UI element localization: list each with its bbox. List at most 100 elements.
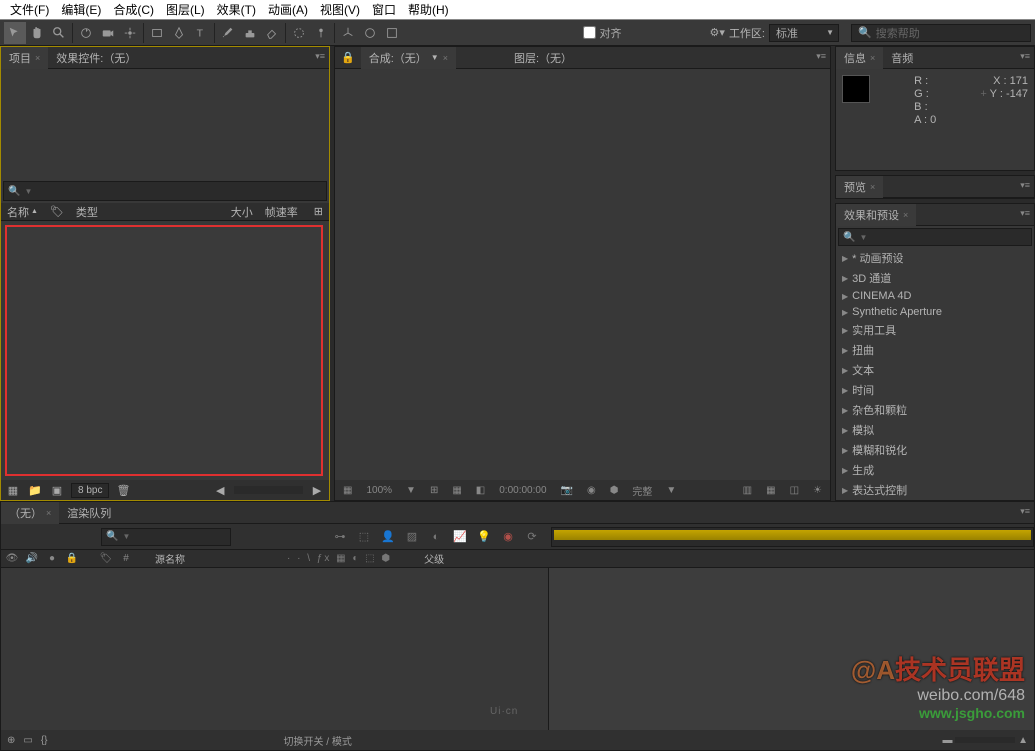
resolution-icon[interactable]: ⊞ [426, 484, 442, 497]
close-icon[interactable]: × [46, 508, 51, 518]
tab-effect-controls[interactable]: 效果控件:（无） [48, 47, 144, 69]
effects-search-input[interactable]: 🔍 ▼ [838, 228, 1032, 246]
snapping-icon[interactable]: ⚙▾ [710, 26, 725, 39]
mask-toggle-icon[interactable]: ▦ [339, 484, 356, 497]
view-layout-icon[interactable]: ▥ [739, 484, 756, 497]
col-tag-icon[interactable]: 🏷 [50, 205, 64, 218]
selection-tool[interactable] [4, 22, 26, 44]
hand-tool[interactable] [26, 22, 48, 44]
label-col-icon[interactable]: 🏷 [99, 553, 113, 564]
rotation-tool[interactable] [75, 22, 97, 44]
tab-layer[interactable]: 图层:（无） [506, 47, 580, 69]
effects-category[interactable]: ▶Synthetic Aperture [836, 304, 1034, 320]
effects-category[interactable]: ▶扭曲 [836, 340, 1034, 360]
pan-behind-tool[interactable] [119, 22, 141, 44]
time-ruler[interactable] [551, 527, 1034, 547]
audio-toggle-icon[interactable]: 🔊 [25, 553, 39, 564]
composition-viewer[interactable] [335, 69, 830, 480]
toggle-switches-icon[interactable]: ⊕ [7, 735, 15, 746]
zoom-slider[interactable] [955, 737, 1015, 743]
menu-layer[interactable]: 图层(L) [160, 0, 211, 20]
resolution-dropdown[interactable]: 完整 [628, 482, 656, 499]
project-item-list[interactable] [5, 225, 323, 476]
camera-tool[interactable] [97, 22, 119, 44]
grid-icon[interactable]: ▦ [448, 484, 465, 497]
roto-brush-tool[interactable] [288, 22, 310, 44]
clone-stamp-tool[interactable] [239, 22, 261, 44]
lock-icon[interactable]: 🔒 [335, 51, 361, 64]
shy-icon[interactable]: 👤 [379, 528, 397, 546]
close-icon[interactable]: × [903, 210, 908, 220]
panel-menu-icon[interactable]: ▾≡ [1020, 180, 1030, 191]
menu-window[interactable]: 窗口 [366, 0, 402, 20]
timeline-search-input[interactable]: 🔍 ▼ [101, 528, 231, 546]
flowchart-icon[interactable]: ⊞ [314, 205, 323, 218]
toggle-modes-icon[interactable]: ▭ [23, 735, 32, 746]
close-icon[interactable]: × [443, 53, 448, 63]
col-type[interactable]: 类型 [76, 204, 98, 220]
toggle-brackets-icon[interactable]: {} [41, 735, 48, 746]
col-fps[interactable]: 帧速率 [265, 204, 298, 220]
color-depth-button[interactable]: 8 bpc [71, 483, 109, 498]
col-size[interactable]: 大小 [231, 204, 253, 220]
effects-category[interactable]: ▶模糊和锐化 [836, 440, 1034, 460]
help-search-input[interactable]: 🔍 搜索帮助 [851, 24, 1031, 42]
view-axis-icon[interactable] [381, 22, 403, 44]
snap-checkbox[interactable]: 对齐 [583, 25, 622, 41]
menu-edit[interactable]: 编辑(E) [55, 0, 107, 20]
interpret-footage-icon[interactable]: ▦ [5, 482, 21, 498]
menu-composition[interactable]: 合成(C) [107, 0, 160, 20]
lock-toggle-icon[interactable]: 🔒 [65, 553, 79, 564]
new-folder-icon[interactable]: 📁 [27, 482, 43, 498]
brush-tool[interactable] [217, 22, 239, 44]
scroll-right-icon[interactable]: ▶ [309, 482, 325, 498]
snapshot-icon[interactable]: 📷 [557, 484, 577, 497]
new-comp-icon[interactable]: ▣ [49, 482, 65, 498]
zoom-out-icon[interactable]: ▬ [943, 735, 953, 746]
col-parent[interactable]: 父级 [424, 551, 444, 566]
tab-project[interactable]: 项目 × [1, 47, 48, 69]
toggle-switches-modes-button[interactable]: 切换开关 / 模式 [284, 733, 352, 748]
exposure-icon[interactable]: ☀ [809, 484, 826, 497]
pen-tool[interactable] [168, 22, 190, 44]
col-source-name[interactable]: 源名称 [155, 551, 185, 566]
3d-view-icon[interactable]: ▦ [762, 484, 779, 497]
draft-3d-icon[interactable]: ⬚ [355, 528, 373, 546]
channel-icon[interactable]: ◉ [583, 484, 600, 497]
tab-audio[interactable]: 音频 [883, 47, 921, 69]
effects-category[interactable]: ▶* 动画预设 [836, 248, 1034, 268]
local-axis-icon[interactable] [337, 22, 359, 44]
video-toggle-icon[interactable]: 👁 [5, 553, 19, 564]
panel-menu-icon[interactable]: ▾≡ [1020, 506, 1030, 517]
menu-help[interactable]: 帮助(H) [402, 0, 455, 20]
solo-toggle-icon[interactable]: ● [45, 553, 59, 564]
auto-keyframe-icon[interactable]: ◉ [499, 528, 517, 546]
effects-category[interactable]: ▶文本 [836, 360, 1034, 380]
close-icon[interactable]: × [35, 53, 40, 63]
menu-animation[interactable]: 动画(A) [262, 0, 314, 20]
effects-category[interactable]: ▶时间 [836, 380, 1034, 400]
project-search-input[interactable]: 🔍 ▼ [3, 181, 327, 201]
puppet-pin-tool[interactable] [310, 22, 332, 44]
scroll-left-icon[interactable]: ◀ [212, 482, 228, 498]
zoom-tool[interactable] [48, 22, 70, 44]
effects-category[interactable]: ▶表达式控制 [836, 480, 1034, 500]
rectangle-tool[interactable] [146, 22, 168, 44]
eraser-tool[interactable] [261, 22, 283, 44]
brainstorm-icon[interactable]: 💡 [475, 528, 493, 546]
timecode-display[interactable]: 0:00:00:00 [495, 484, 550, 497]
close-icon[interactable]: × [870, 182, 875, 192]
effects-category[interactable]: ▶3D 通道 [836, 268, 1034, 288]
effects-category[interactable]: ▶杂色和颗粒 [836, 400, 1034, 420]
effects-category[interactable]: ▶生成 [836, 460, 1034, 480]
menu-view[interactable]: 视图(V) [314, 0, 366, 20]
panel-menu-icon[interactable]: ▾≡ [1020, 51, 1030, 62]
motion-blur-icon[interactable]: ◐ [427, 528, 445, 546]
menu-effect[interactable]: 效果(T) [211, 0, 262, 20]
zoom-value[interactable]: 100% [362, 484, 396, 497]
live-update-icon[interactable]: ⟳ [523, 528, 541, 546]
panel-menu-icon[interactable]: ▾≡ [315, 51, 325, 62]
menu-file[interactable]: 文件(F) [4, 0, 55, 20]
pixel-aspect-icon[interactable]: ◫ [786, 484, 803, 497]
color-mgmt-icon[interactable]: ⬢ [606, 484, 623, 497]
